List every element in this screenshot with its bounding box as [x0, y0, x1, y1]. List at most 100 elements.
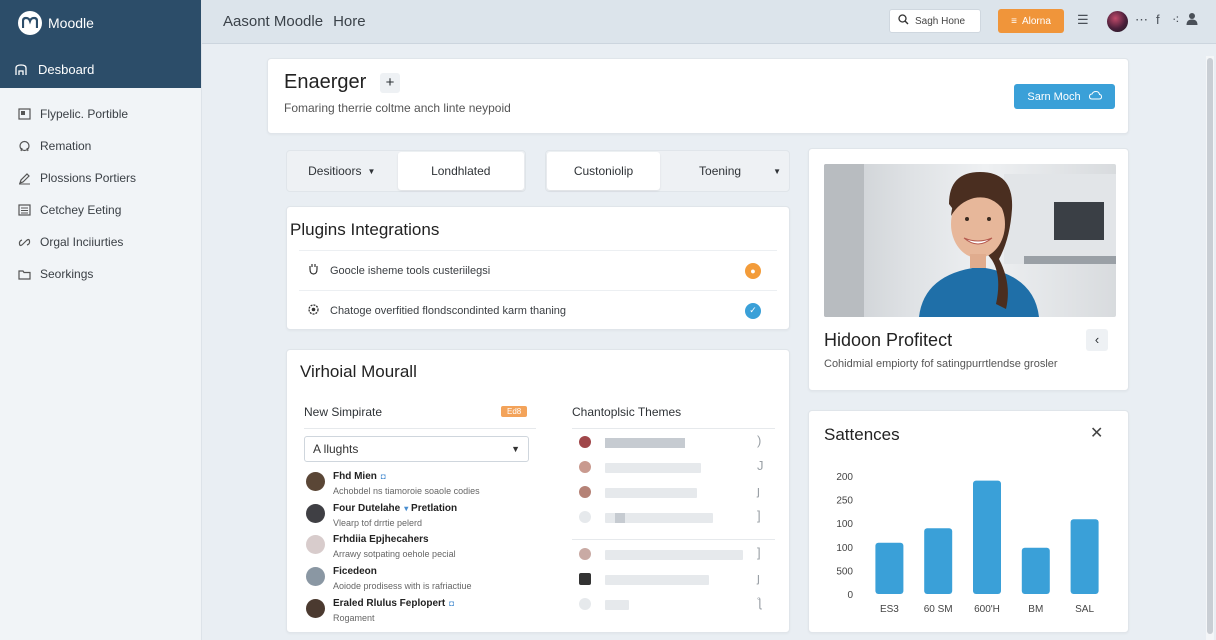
tab-londhlated[interactable]: Londhlated: [397, 152, 524, 190]
tab-desitioors[interactable]: Desitioors ▼: [287, 151, 397, 191]
calendar-icon: [17, 203, 31, 217]
person-desc: Vlearp tof drrtie pelerd: [333, 518, 423, 528]
page-title: Enaerger: [284, 71, 367, 93]
theme-row[interactable]: ]: [573, 508, 763, 528]
primary-action-button[interactable]: Sarn Moch: [1014, 84, 1115, 109]
hamburger-icon[interactable]: ☰: [1077, 12, 1089, 28]
theme-row[interactable]: ȷ: [573, 483, 763, 503]
theme-bar: [605, 438, 685, 448]
sidebar-item-label: Cetchey Eeting: [40, 203, 122, 217]
gear-icon: [307, 303, 320, 319]
home-link[interactable]: Hore: [333, 13, 366, 30]
profile-name: Hidoon Profitect: [824, 330, 953, 350]
cta-label: Sarn Moch: [1027, 90, 1081, 103]
avatar: [306, 472, 325, 491]
theme-thumb-icon: [579, 486, 591, 498]
plugin-label: Chatoge overfitied flondscondinted karm …: [330, 304, 567, 317]
y-tick-label: 200: [836, 472, 853, 483]
bracket-icon: ]: [757, 545, 761, 560]
bracket-icon: ȷ: [757, 483, 760, 498]
tab-toening[interactable]: Toening ▼: [661, 151, 789, 191]
status-badge: Ed8: [501, 406, 528, 417]
sidebar-item-permissions[interactable]: Plossions Portiers: [0, 162, 201, 194]
y-tick-label: 100: [836, 519, 853, 530]
y-tick-label: 250: [836, 496, 853, 507]
cloud-icon: [1088, 90, 1102, 103]
chart-bar[interactable]: [924, 528, 953, 594]
person-desc: Arrawy sotpating oehole pecial: [333, 549, 456, 559]
check-badge-icon[interactable]: ✓: [745, 302, 761, 319]
theme-bar: [605, 575, 709, 585]
x-tick-label: ES3: [880, 604, 899, 615]
brand-name[interactable]: Moodle: [48, 15, 94, 31]
chart-bar[interactable]: [973, 480, 1001, 594]
bracket-icon: J: [757, 458, 764, 473]
theme-row[interactable]: ): [573, 433, 763, 453]
theme-row[interactable]: ]: [573, 545, 763, 565]
theme-bar: [605, 463, 701, 473]
info-icon: ◘: [380, 472, 386, 481]
theme-thumb-icon: [579, 573, 591, 585]
sidebar-item-label: Flypelic. Portible: [40, 107, 129, 121]
edit-icon: [17, 171, 31, 185]
plugin-row[interactable]: Goocle isheme tools custeriilegsi ●: [299, 250, 777, 290]
y-tick-label: 100: [836, 543, 853, 554]
warning-badge-icon[interactable]: ●: [745, 262, 761, 279]
chevron-left-icon[interactable]: ‹: [1086, 329, 1108, 351]
tab-group-left: Desitioors ▼ Londhlated: [286, 150, 526, 192]
folder-icon: [17, 267, 31, 281]
chart-bar[interactable]: [1070, 519, 1099, 594]
tab-group-right: Custoniolip Toening ▼: [545, 150, 790, 192]
theme-row[interactable]: J: [573, 458, 764, 478]
theme-row[interactable]: ȷ: [573, 570, 763, 590]
search-label: Sagh Hone: [915, 15, 966, 27]
y-tick-label: 0: [847, 590, 853, 601]
sidebar-item-settings[interactable]: Seorkings: [0, 258, 201, 290]
person-desc: Rogament: [333, 613, 375, 623]
search-button[interactable]: Sagh Hone: [889, 9, 981, 33]
theme-row[interactable]: ƪ: [573, 595, 763, 615]
page-scrollbar[interactable]: [1206, 56, 1214, 640]
tab-custoniolip[interactable]: Custoniolip: [547, 152, 661, 190]
bracket-icon: ]: [757, 508, 761, 523]
chevron-down-icon: ▼: [511, 444, 520, 454]
more-icon[interactable]: ⋯: [1135, 12, 1148, 28]
sidebar-item-portfolio[interactable]: Flypelic. Portible: [0, 98, 201, 130]
chart-bar[interactable]: [875, 542, 904, 594]
theme-thumb-icon: [579, 548, 591, 560]
sidebar-item-remation[interactable]: Remation: [0, 130, 201, 162]
chart-bar[interactable]: [1021, 547, 1050, 594]
avatar: [306, 567, 325, 586]
info-icon: ◘: [449, 599, 455, 608]
user-avatar[interactable]: [1107, 11, 1128, 32]
plugin-row[interactable]: Chatoge overfitied flondscondinted karm …: [299, 290, 777, 330]
sidebar-item-label: Remation: [40, 139, 92, 153]
y-tick-label: 500: [836, 566, 853, 577]
theme-thumb-icon: [579, 436, 591, 448]
sidebar-item-integrations[interactable]: Orgal Inciiurties: [0, 226, 201, 258]
facebook-icon[interactable]: f: [1156, 12, 1160, 27]
plugins-title: Plugins Integrations: [290, 220, 440, 239]
person-name: Fhd Mien ◘: [333, 471, 386, 482]
sidebar-item-dashboard[interactable]: Desboard: [14, 62, 94, 77]
profile-photo: [824, 164, 1116, 317]
user-icon[interactable]: [1186, 12, 1198, 28]
sidebar-item-meeting[interactable]: Cetchey Eeting: [0, 194, 201, 226]
x-tick-label: SAL: [1075, 604, 1094, 615]
share-icon[interactable]: ⁖: [1172, 12, 1180, 28]
avatar: [306, 599, 325, 618]
scrollbar-thumb[interactable]: [1207, 58, 1213, 634]
alert-button[interactable]: ≡ Alorna: [998, 9, 1064, 33]
add-button[interactable]: +: [380, 73, 400, 93]
person-name: Eraled Rlulus Feplopert ◘: [333, 598, 455, 609]
filter-select[interactable]: A llughts ▼: [304, 436, 529, 462]
site-title[interactable]: Aasont Moodle: [223, 13, 323, 30]
moodle-logo-icon[interactable]: [18, 11, 42, 35]
theme-bar: [605, 513, 713, 523]
person-name: Frhdiia Epjhecahers: [333, 534, 429, 545]
theme-bar: [605, 550, 743, 560]
tab-label: Desitioors: [308, 164, 362, 178]
bracket-icon: ƪ: [757, 595, 762, 610]
sidebar-item-label: Desboard: [38, 62, 95, 77]
bracket-icon: ȷ: [757, 570, 760, 585]
